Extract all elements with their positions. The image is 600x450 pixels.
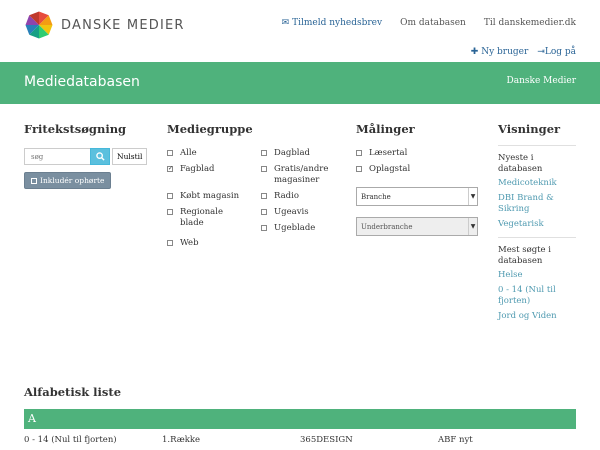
checkbox-radio[interactable]: Radio	[261, 191, 351, 202]
checkbox-gratis[interactable]: Gratis/andre magasiner	[261, 164, 351, 186]
most-searched-link[interactable]: Helse	[498, 270, 576, 281]
subscribe-link[interactable]: ✉ Tilmeld nyhedsbrev	[282, 18, 382, 28]
checkbox-icon	[167, 193, 173, 199]
subbranch-select-value: Underbranche	[361, 222, 413, 231]
to-site-link[interactable]: Til danskemedier.dk	[484, 18, 576, 28]
checkbox-fagblad[interactable]: ✓ Fagblad	[167, 164, 261, 186]
branch-select-value: Branche	[361, 192, 391, 201]
checkbox-checked-icon: ✓	[167, 165, 174, 172]
divider	[498, 145, 576, 146]
list-item[interactable]: ABF nyt	[438, 435, 576, 445]
about-database-link[interactable]: Om databasen	[400, 18, 466, 28]
freetext-title: Fritekstsøgning	[24, 122, 127, 136]
top-nav: ✉ Tilmeld nyhedsbrev Om databasen Til da…	[282, 18, 576, 28]
checkbox-label: Regionale blade	[180, 207, 223, 228]
views-title: Visninger	[498, 122, 561, 136]
checkbox-icon	[167, 209, 173, 215]
brand-logo[interactable]: DANSKE MEDIER	[24, 10, 185, 40]
checkbox-label: Læsertal	[369, 148, 408, 158]
views-section: Visninger Nyeste i databasen Medicotekni…	[498, 122, 576, 322]
most-searched-link[interactable]: Jord og Viden	[498, 311, 576, 322]
mediagroup-title: Mediegruppe	[167, 122, 253, 136]
mediagroup-section: Mediegruppe Alle Dagblad ✓ Fagblad Gratis…	[167, 122, 351, 249]
chevron-down-icon: ▼	[468, 188, 477, 205]
checkbox-icon	[261, 225, 267, 231]
brand-name: DANSKE MEDIER	[61, 17, 185, 33]
user-links: ✚ Ny bruger ⇥Log på	[471, 47, 576, 57]
subscribe-label: Tilmeld nyhedsbrev	[292, 18, 383, 28]
search-icon	[95, 152, 105, 161]
checkbox-label: Web	[180, 238, 199, 248]
include-closed-button[interactable]: Inkludér ophørte	[24, 172, 112, 189]
checkbox-icon	[261, 166, 267, 172]
newest-link[interactable]: DBI Brand & Sikring	[498, 193, 568, 215]
page-title: Mediedatabasen	[24, 74, 140, 90]
search-input[interactable]	[24, 148, 90, 165]
checkbox-icon	[261, 150, 267, 156]
new-user-label: Ny bruger	[481, 47, 529, 57]
list-item[interactable]: 0 - 14 (Nul til fjorten)	[24, 435, 162, 445]
letter-header: A	[24, 409, 576, 429]
login-link[interactable]: ⇥Log på	[537, 47, 576, 57]
search-row: Nulstil	[24, 148, 148, 165]
top-header: DANSKE MEDIER ✉ Tilmeld nyhedsbrev Om da…	[0, 0, 600, 60]
checkbox-ugeblade[interactable]: Ugeblade	[261, 223, 351, 249]
checkbox-laesertal[interactable]: Læsertal	[356, 148, 478, 159]
mediagroup-checkboxes: Alle Dagblad ✓ Fagblad Gratis/andre magas…	[167, 148, 351, 249]
freetext-search-section: Fritekstsøgning Nulstil Inkludér ophørte	[24, 122, 148, 189]
plus-icon: ✚	[470, 47, 479, 57]
most-searched-title: Mest søgte i databasen	[498, 245, 552, 266]
checkbox-icon	[356, 166, 362, 172]
checkbox-label: Ugeavis	[274, 207, 309, 217]
login-icon: ⇥	[537, 47, 545, 57]
measurements-section: Målinger Læsertal Oplagstal Branche ▼ Un…	[356, 122, 478, 247]
checkbox-label: Dagblad	[274, 148, 310, 158]
envelope-icon: ✉	[281, 18, 290, 28]
measurements-checkboxes: Læsertal Oplagstal	[356, 148, 478, 175]
checkbox-label: Købt magasin	[180, 191, 240, 201]
new-user-link[interactable]: ✚ Ny bruger	[471, 47, 529, 57]
login-label: Log på	[544, 47, 576, 57]
reset-button[interactable]: Nulstil	[112, 148, 148, 165]
checkbox-icon	[356, 150, 362, 156]
list-item[interactable]: 365DESIGN	[300, 435, 438, 445]
checkbox-koebt-magasin[interactable]: Købt magasin	[167, 191, 261, 202]
checkbox-label: Ugeblade	[274, 223, 316, 233]
list-item[interactable]: 1.Række	[162, 435, 300, 445]
measurements-title: Målinger	[356, 122, 415, 136]
newest-link[interactable]: Vegetarisk	[498, 219, 576, 230]
alphabetic-list-title: Alfabetisk liste	[24, 385, 122, 399]
checkbox-oplagstal[interactable]: Oplagstal	[356, 164, 478, 175]
alphabetic-items: 0 - 14 (Nul til fjorten) 1.Række 365DESI…	[24, 435, 576, 445]
chevron-down-icon: ▼	[468, 218, 477, 235]
checkbox-label: Gratis/andre magasiner	[274, 164, 329, 185]
checkbox-icon	[31, 177, 37, 184]
page-banner: Mediedatabasen Danske Medier	[0, 62, 600, 104]
search-button[interactable]	[90, 148, 110, 165]
checkbox-label: Radio	[274, 191, 299, 201]
newest-title: Nyeste i databasen	[498, 153, 543, 174]
checkbox-alle[interactable]: Alle	[167, 148, 261, 159]
checkbox-web[interactable]: Web	[167, 238, 261, 249]
breadcrumb[interactable]: Danske Medier	[507, 76, 576, 86]
newest-link[interactable]: Medicoteknik	[498, 178, 576, 189]
checkbox-icon	[261, 193, 267, 199]
subbranch-select[interactable]: Underbranche ▼	[356, 217, 478, 236]
checkbox-label: Oplagstal	[369, 164, 411, 174]
divider	[498, 237, 576, 238]
include-closed-label: Inkludér ophørte	[40, 176, 105, 185]
checkbox-label: Fagblad	[180, 164, 215, 174]
most-searched-link[interactable]: 0 - 14 (Nul til fjorten)	[498, 285, 568, 307]
checkbox-label: Alle	[180, 148, 197, 158]
branch-select[interactable]: Branche ▼	[356, 187, 478, 206]
checkbox-regionale-blade[interactable]: Regionale blade	[167, 207, 261, 229]
logo-icon	[25, 11, 53, 39]
checkbox-icon	[167, 240, 173, 246]
checkbox-icon	[261, 209, 267, 215]
checkbox-icon	[167, 150, 173, 156]
checkbox-dagblad[interactable]: Dagblad	[261, 148, 351, 159]
